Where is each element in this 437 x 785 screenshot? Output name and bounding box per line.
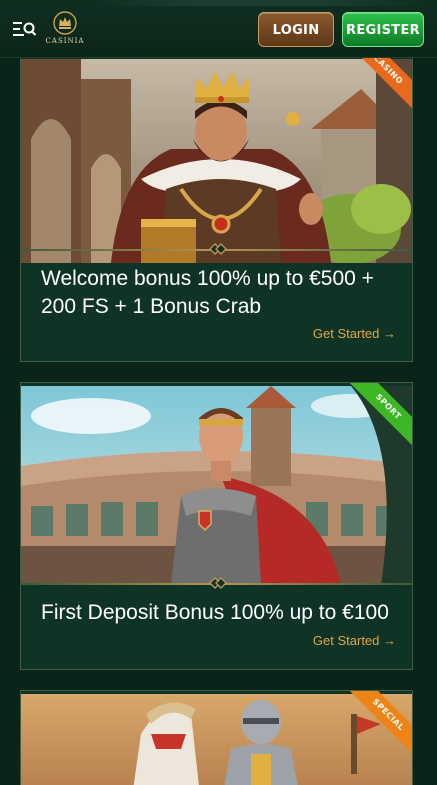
promo-card-sport[interactable]: SPORT First Deposit Bonus 100% up to €10… (20, 382, 413, 670)
knight-promo-image (21, 694, 412, 785)
get-started-link[interactable]: Get Started → (313, 326, 396, 341)
menu-search-button[interactable] (13, 19, 37, 39)
register-button[interactable]: REGISTER (342, 12, 424, 47)
promo-title: Welcome bonus 100% up to €500 + 200 FS +… (41, 267, 374, 318)
promo-card-special[interactable]: SPECIAL (20, 690, 413, 785)
diamond-ornament-icon (209, 243, 227, 255)
diamond-ornament-icon (209, 577, 227, 589)
top-header: CASINIA LOGIN REGISTER (0, 0, 437, 58)
login-button[interactable]: LOGIN (258, 12, 334, 47)
gladiator-promo-image (21, 386, 412, 585)
promo-card-casino[interactable]: CASINO Welcome bonus 100% up to €500 + 2… (20, 45, 413, 362)
logo-text: CASINIA (45, 37, 85, 45)
header-tab-strip (90, 0, 430, 6)
crown-logo-icon (53, 11, 77, 35)
promo-title: First Deposit Bonus 100% up to €100 (41, 601, 389, 624)
menu-search-icon (13, 22, 37, 36)
get-started-link[interactable]: Get Started → (313, 633, 396, 648)
king-promo-image (21, 59, 412, 263)
casinia-logo[interactable]: CASINIA (44, 10, 86, 50)
